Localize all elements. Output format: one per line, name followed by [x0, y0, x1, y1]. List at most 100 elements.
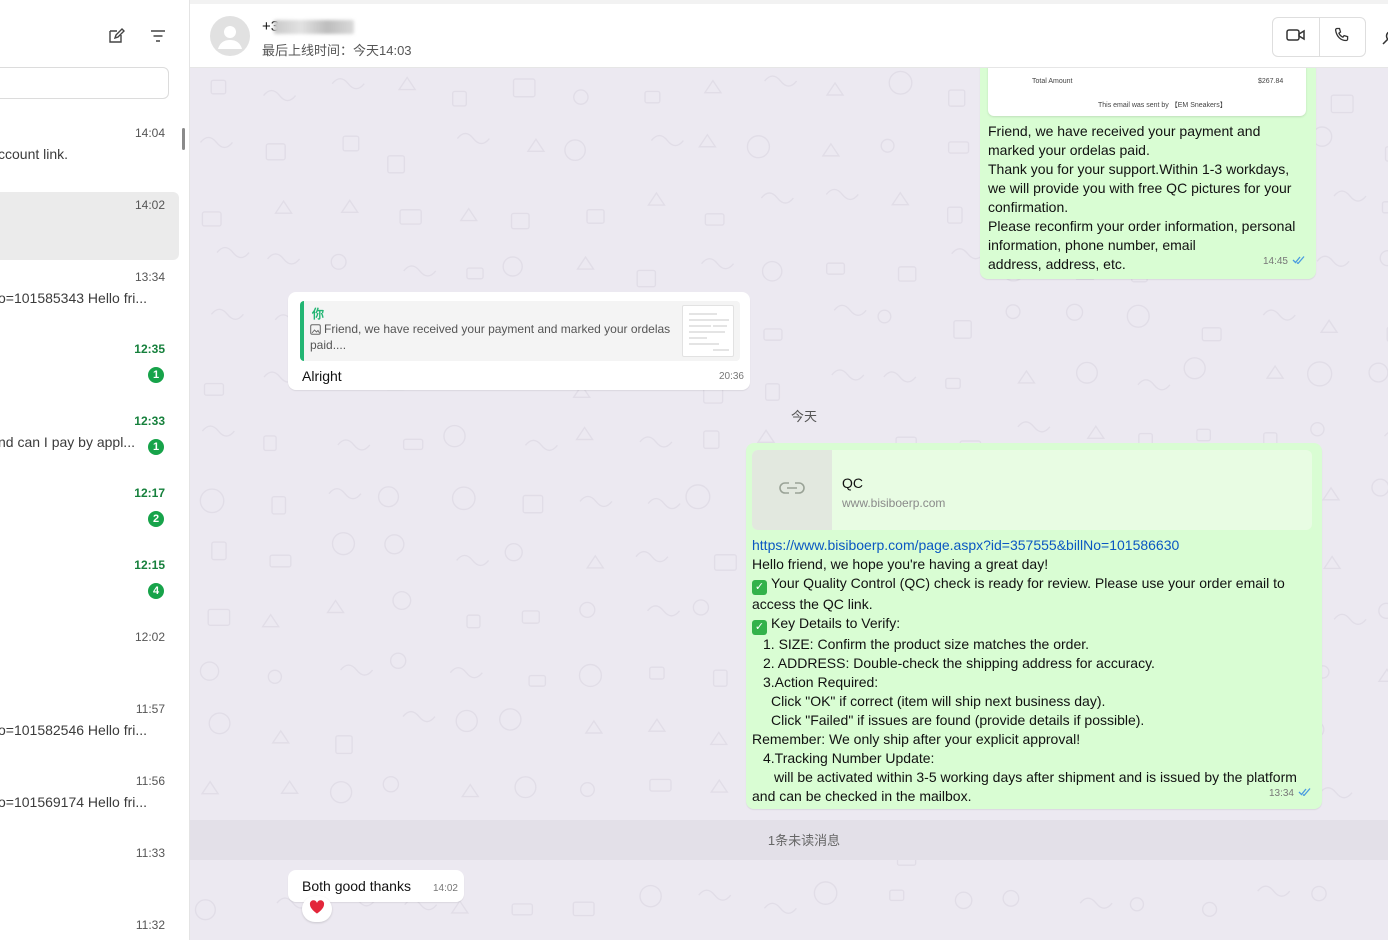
chat-list-item[interactable]: 14:04 ccount link.: [0, 120, 179, 188]
message-line: 1. SIZE: Confirm the product size matche…: [763, 636, 1090, 652]
image-icon: [310, 324, 321, 338]
chat-list-item[interactable]: 12:35 1: [0, 336, 179, 404]
message-line: Hello friend, we hope you're having a gr…: [752, 556, 1049, 572]
check-mark-icon: ✓: [752, 620, 767, 635]
call-buttons: [1272, 17, 1366, 57]
message-line: information, phone number, email: [988, 237, 1196, 253]
message-line: access the QC link.: [752, 596, 873, 612]
message-meta: 20:36: [719, 367, 744, 386]
search-input[interactable]: [0, 67, 169, 99]
email-screenshot-image[interactable]: Total Amount $267.84 This email was sent…: [988, 68, 1306, 116]
chat-preview: nd can I pay by appl...: [0, 434, 135, 450]
voice-call-button[interactable]: [1318, 18, 1366, 56]
message-time: 20:36: [718, 371, 744, 382]
chat-list-item[interactable]: 13:34 o=101585343 Hello fri...: [0, 264, 179, 332]
read-ticks-icon: [1298, 784, 1312, 803]
message-payment-confirmation[interactable]: Total Amount $267.84 This email was sent…: [980, 68, 1316, 279]
message-line: Please reconfirm your order information,…: [988, 218, 1296, 234]
message-line: 3.Action Required:: [763, 674, 879, 690]
quote-text: Friend, we have received your payment an…: [310, 322, 678, 352]
message-line: will be activated within 3-5 working day…: [774, 769, 1297, 785]
message-line-text: Key Details to Verify:: [771, 615, 901, 631]
message-line-text: Your Quality Control (QC) check is ready…: [771, 575, 1285, 591]
chat-list-item[interactable]: 11:32: [0, 912, 179, 940]
chat-preview: o=101582546 Hello fri...: [0, 722, 148, 738]
chat-list-item[interactable]: 14:02: [0, 192, 179, 260]
reaction-badge[interactable]: [302, 896, 332, 922]
chat-time: 12:15: [134, 558, 165, 572]
video-camera-icon: [1286, 28, 1306, 47]
chat-list-panel: 14:04 ccount link. 14:02 13:34 o=101585343 H…: [0, 0, 190, 940]
search-icon[interactable]: [1382, 30, 1388, 51]
video-call-button[interactable]: [1273, 18, 1319, 56]
chat-time: 11:57: [135, 702, 165, 716]
chat-preview: o=101585343 Hello fri...: [0, 290, 148, 306]
message-meta: 14:45: [1263, 252, 1306, 271]
message-meta: 14:02: [433, 879, 458, 898]
message-line: ✓ Key Details to Verify:: [752, 614, 1314, 635]
check-mark-icon: ✓: [752, 580, 767, 595]
unread-count-badge: 1: [148, 439, 164, 455]
chat-time: 12:17: [134, 486, 165, 500]
chat-list-scrollbar[interactable]: [182, 128, 185, 150]
avatar[interactable]: [210, 16, 250, 56]
chat-preview: ccount link.: [0, 146, 69, 162]
new-chat-icon[interactable]: [106, 26, 126, 46]
chat-time: 11:33: [135, 846, 165, 860]
link-preview[interactable]: QC www.bisiboerp.com: [752, 450, 1312, 530]
link-preview-title: QC: [842, 475, 863, 491]
message-meta: 13:34: [1269, 784, 1312, 803]
phone-icon: [1334, 27, 1350, 48]
message-time: 14:02: [432, 883, 458, 894]
message-text: Alright: [302, 368, 342, 384]
message-line: marked your ordelas paid.: [988, 142, 1150, 158]
qc-link[interactable]: https://www.bisiboerp.com/page.aspx?id=3…: [752, 537, 1179, 553]
message-text: Friend, we have received your payment an…: [988, 122, 1303, 274]
quoted-message[interactable]: 你 Friend, we have received your payment …: [300, 301, 740, 361]
chat-list-item[interactable]: 12:15 4: [0, 552, 179, 620]
unread-count-badge: 2: [148, 511, 164, 527]
date-divider: 今天: [790, 408, 817, 424]
chat-time: 13:34: [134, 270, 165, 284]
chat-list-item[interactable]: 11:57 o=101582546 Hello fri...: [0, 696, 179, 764]
chat-list-item[interactable]: 12:02: [0, 624, 179, 692]
chat-time: 12:02: [134, 630, 165, 644]
chat-time: 12:35: [134, 342, 165, 356]
quote-text-content: Friend, we have received your payment an…: [310, 322, 671, 352]
redacted-name: [274, 20, 354, 34]
message-line: Click "OK" if correct (item will ship ne…: [771, 693, 1106, 709]
message-line: Remember: We only ship after your explic…: [752, 731, 1081, 747]
message-line: we will provide you with free QC picture…: [988, 180, 1292, 196]
chat-preview: o=101569174 Hello fri...: [0, 794, 148, 810]
message-line: 2. ADDRESS: Double-check the shipping ad…: [763, 655, 1155, 671]
link-preview-image: [752, 450, 832, 530]
chat-time: 11:32: [135, 918, 165, 932]
conversation-header: +3 最后上线时间：今天14:03: [190, 0, 1388, 68]
link-icon: [779, 481, 805, 500]
message-qc-link[interactable]: QC www.bisiboerp.com https://www.bisiboe…: [746, 443, 1322, 809]
chat-list-item[interactable]: 11:56 o=101569174 Hello fri...: [0, 768, 179, 836]
chat-list-item[interactable]: 12:33 nd can I pay by appl... 1: [0, 408, 179, 476]
chat-time: 14:04: [134, 126, 165, 140]
last-seen-status: 最后上线时间：今天14:03: [262, 43, 412, 58]
message-time: 13:34: [1268, 788, 1294, 799]
email-footer: This email was sent by 【EM Sneakers】: [1098, 102, 1227, 109]
message-line: address, address, etc.: [988, 256, 1126, 272]
email-total-value: $267.84: [1258, 78, 1284, 85]
conversation-pane: Total Amount $267.84 This email was sent…: [190, 68, 1388, 940]
message-line: and can be checked in the mailbox.: [752, 788, 972, 804]
heart-icon: [309, 899, 325, 919]
message-reply-alright[interactable]: 你 Friend, we have received your payment …: [288, 292, 750, 390]
chat-time: 12:33: [134, 414, 165, 428]
chat-list-item[interactable]: 11:33: [0, 840, 179, 908]
message-text: https://www.bisiboerp.com/page.aspx?id=3…: [752, 536, 1314, 806]
chat-time: 14:02: [134, 198, 165, 212]
filter-icon[interactable]: [148, 26, 168, 46]
chat-list-item[interactable]: 12:17 2: [0, 480, 179, 548]
chat-time: 11:56: [135, 774, 165, 788]
link-preview-domain: www.bisiboerp.com: [842, 496, 946, 510]
message-time: 14:45: [1262, 256, 1288, 267]
message-line: confirmation.: [988, 199, 1069, 215]
message-line: ✓ Your Quality Control (QC) check is read…: [752, 574, 1314, 595]
unread-count-badge: 1: [148, 367, 164, 383]
